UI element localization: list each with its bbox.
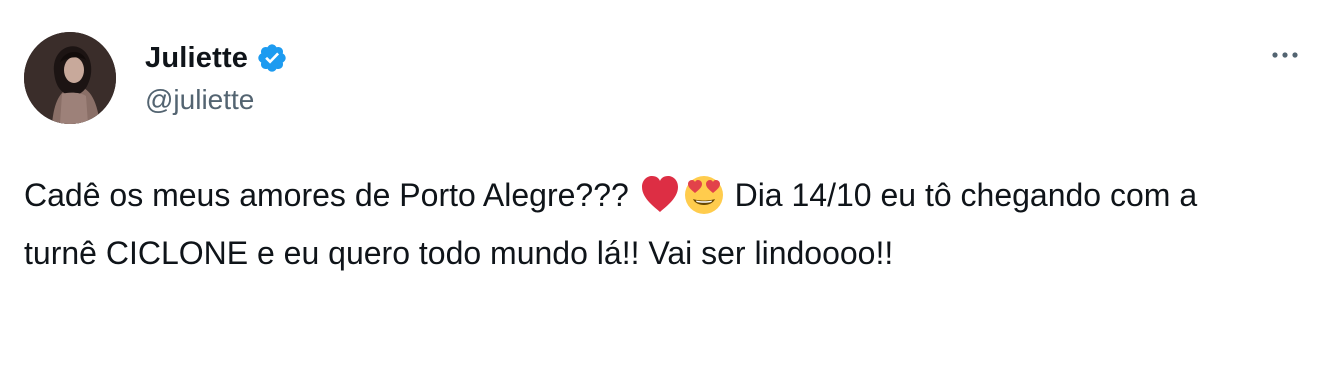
name-row: Juliette: [145, 38, 288, 78]
verified-badge-icon[interactable]: [256, 42, 288, 74]
author-handle[interactable]: @juliette: [145, 84, 288, 116]
author-display-name[interactable]: Juliette: [145, 42, 248, 75]
more-options-button[interactable]: [1265, 40, 1305, 70]
tweet-text: Cadê os meus amores de Porto Alegre??? D…: [24, 166, 1244, 282]
heart-eyes-emoji: [682, 172, 726, 216]
more-horizontal-icon: [1272, 52, 1298, 58]
tweet-card: Juliette @juliette Cadê os meus amores d…: [0, 0, 1325, 372]
tweet-text-part-1: Cadê os meus amores de Porto Alegre???: [24, 177, 638, 213]
avatar[interactable]: [24, 32, 116, 124]
profile-photo: [24, 32, 116, 124]
red-heart-emoji: [638, 172, 682, 216]
author-identity: Juliette @juliette: [145, 38, 288, 116]
